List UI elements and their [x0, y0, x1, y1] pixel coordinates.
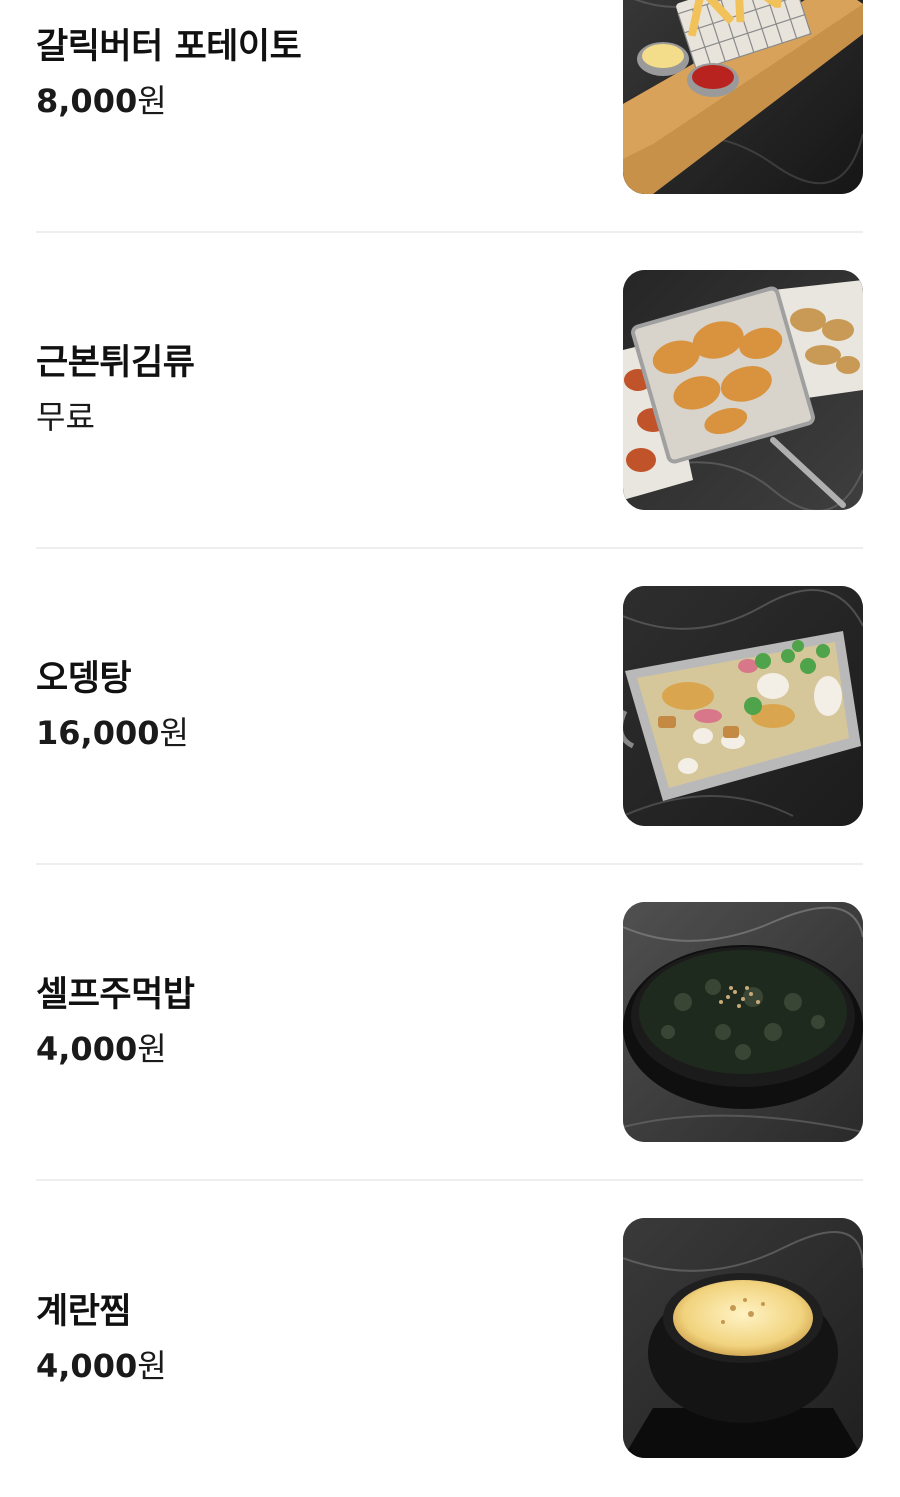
menu-item-text: 갈릭버터 포테이토 8,000원 [36, 24, 576, 124]
price-unit: 원 [159, 714, 189, 752]
menu-item-text: 오뎅탕 16,000원 [36, 656, 576, 756]
seaweed-rice-bowl-photo[interactable] [623, 902, 863, 1142]
price-amount: 16,000 [36, 714, 160, 752]
menu-item-price: 4,000원 [36, 1026, 576, 1072]
menu-item-name: 셀프주먹밥 [36, 975, 195, 1015]
price-unit: 원 [137, 82, 167, 120]
menu-item[interactable]: 갈릭버터 포테이토 8,000원 [36, 0, 863, 233]
menu-item-price: 16,000원 [36, 710, 576, 756]
menu-item-text: 셀프주먹밥 4,000원 [36, 972, 576, 1072]
menu-item-name: 근본튀김류 [36, 343, 195, 383]
price-unit: 원 [137, 1030, 167, 1068]
menu-item-price: 4,000원 [36, 1343, 576, 1389]
menu-item-text: 계란찜 4,000원 [36, 1289, 576, 1389]
menu-item-price: 8,000원 [36, 78, 576, 124]
menu-item-name: 갈릭버터 포테이토 [36, 27, 302, 67]
price-unit: 원 [137, 1347, 167, 1385]
fried-food-baskets-photo[interactable] [623, 270, 863, 510]
steamed-egg-pot-photo[interactable] [623, 1218, 863, 1458]
menu-item[interactable]: 셀프주먹밥 4,000원 [36, 865, 863, 1181]
menu-item-name: 오뎅탕 [36, 659, 132, 699]
menu-item-price: 무료 [36, 398, 95, 436]
fries-basket-photo[interactable] [623, 0, 863, 194]
menu-list: 갈릭버터 포테이토 8,000원 근본튀김류 무료 오뎅탕 16,000원 셀프… [0, 0, 900, 1497]
price-amount: 8,000 [36, 82, 138, 120]
menu-item-text: 근본튀김류 무료 [36, 340, 576, 440]
menu-item[interactable]: 오뎅탕 16,000원 [36, 549, 863, 865]
fishcake-soup-pan-photo[interactable] [623, 586, 863, 826]
menu-item[interactable]: 근본튀김류 무료 [36, 233, 863, 549]
price-amount: 4,000 [36, 1347, 138, 1385]
menu-item-name: 계란찜 [36, 1292, 132, 1332]
price-amount: 4,000 [36, 1030, 138, 1068]
menu-item[interactable]: 계란찜 4,000원 [36, 1181, 863, 1497]
